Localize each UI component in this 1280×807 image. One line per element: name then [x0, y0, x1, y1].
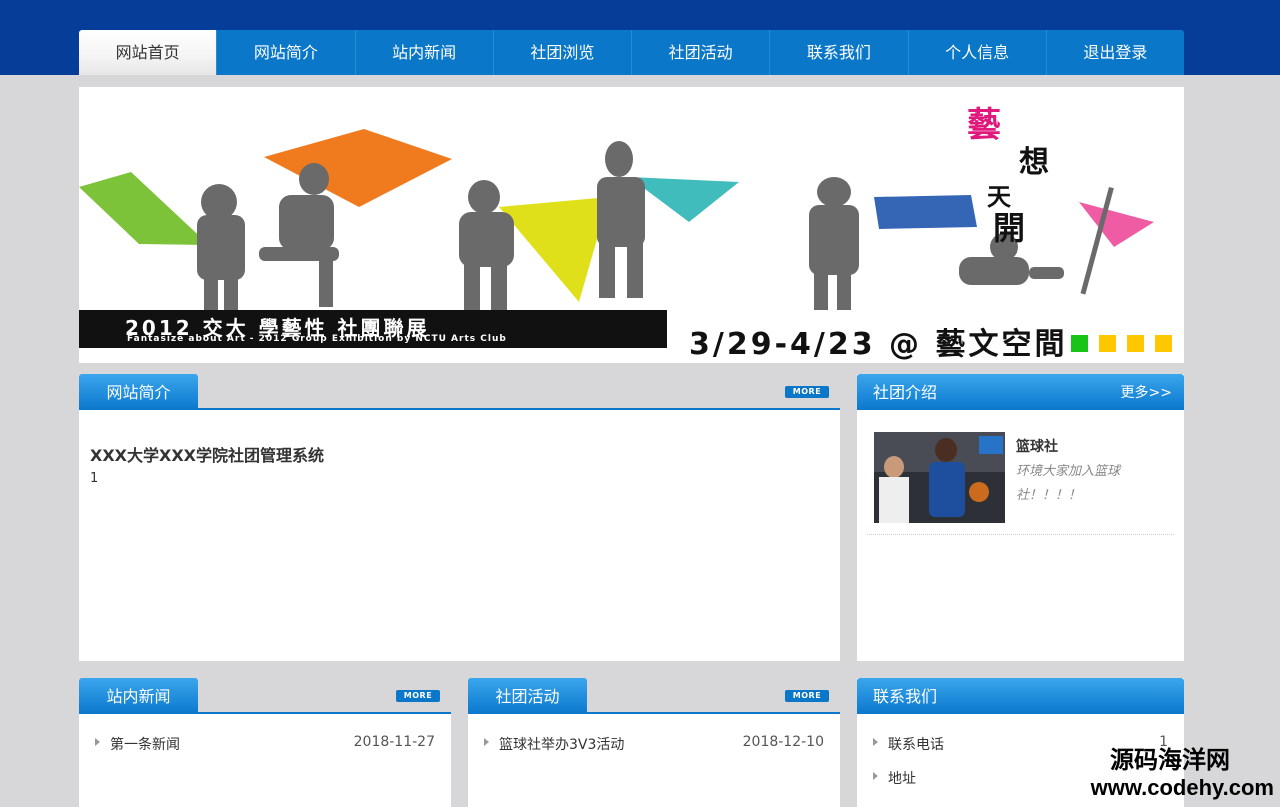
bullet-arrow-icon — [484, 738, 489, 746]
hero-banner[interactable]: 藝 想 天 開 2012 交大 學藝性 社團聯展 Fantasize about… — [79, 87, 1184, 363]
club-panel-body: 篮球社 环境大家加入篮球 社！！！！ — [857, 410, 1184, 661]
club-description-cont: 社！！！！ — [1016, 488, 1082, 503]
club-more-link[interactable]: 更多>> — [1121, 374, 1172, 412]
news-item-date: 2018-11-27 — [353, 734, 435, 750]
nav-item-activities[interactable]: 社团活动 — [632, 30, 771, 75]
contact-label-address: 地址 — [888, 771, 916, 787]
activity-more-button[interactable]: MORE — [785, 690, 829, 702]
watermark-line1: 源码海洋网 — [1110, 745, 1230, 774]
news-panel-body: 第一条新闻 2018-11-27 — [79, 714, 451, 807]
news-item-title[interactable]: 第一条新闻 — [110, 734, 180, 754]
nav-item-logout[interactable]: 退出登录 — [1047, 30, 1184, 75]
club-intro-panel: 社团介绍 更多>> 篮球社 环境大家加入篮球 社！！！！ — [857, 374, 1184, 661]
divider — [867, 534, 1174, 535]
intro-panel-body: XXX大学XXX学院社团管理系统 1 — [79, 410, 840, 661]
intro-panel: 网站简介 MORE XXX大学XXX学院社团管理系统 1 — [79, 374, 840, 661]
news-panel-tab: 站内新闻 — [79, 678, 198, 714]
list-item[interactable]: 篮球社举办3V3活动 2018-12-10 — [484, 734, 824, 754]
intro-more-button[interactable]: MORE — [785, 386, 829, 398]
bullet-arrow-icon — [873, 772, 878, 780]
news-panel-header: 站内新闻 MORE — [79, 678, 451, 714]
main-nav: 网站首页 网站简介 站内新闻 社团浏览 社团活动 联系我们 个人信息 退出登录 — [79, 30, 1184, 75]
activity-panel-body: 篮球社举办3V3活动 2018-12-10 — [468, 714, 840, 807]
watermark-line2: www.codehy.com — [1090, 775, 1274, 800]
site-intro-text: 1 — [90, 471, 99, 486]
nav-item-news[interactable]: 站内新闻 — [356, 30, 494, 75]
nav-item-about[interactable]: 网站简介 — [217, 30, 356, 75]
nav-item-home[interactable]: 网站首页 — [79, 30, 218, 75]
club-image[interactable] — [874, 432, 1005, 523]
slide-dot-4[interactable] — [1155, 335, 1172, 352]
banner-event-subtitle: Fantasize about Art - 2012 Group Exhibit… — [127, 334, 507, 344]
intro-panel-header: 网站简介 MORE — [79, 374, 840, 410]
nav-item-profile[interactable]: 个人信息 — [909, 30, 1047, 75]
nav-item-contact[interactable]: 联系我们 — [770, 30, 909, 75]
news-panel: 站内新闻 MORE 第一条新闻 2018-11-27 — [79, 678, 451, 807]
site-title: XXX大学XXX学院社团管理系统 — [90, 446, 325, 465]
club-name[interactable]: 篮球社 — [1016, 436, 1058, 456]
intro-panel-tab: 网站简介 — [79, 374, 198, 410]
contact-label-phone: 联系电话 — [888, 737, 944, 753]
contact-panel-header: 联系我们 — [857, 678, 1184, 714]
contact-panel-tab: 联系我们 — [873, 687, 938, 706]
activity-panel-header: 社团活动 MORE — [468, 678, 840, 714]
activity-panel: 社团活动 MORE 篮球社举办3V3活动 2018-12-10 — [468, 678, 840, 807]
activity-item-date: 2018-12-10 — [742, 734, 824, 750]
banner-vertical-title: 藝 想 天 開 — [967, 105, 1049, 247]
list-item[interactable]: 第一条新闻 2018-11-27 — [95, 734, 435, 754]
nav-item-clubs[interactable]: 社团浏览 — [494, 30, 632, 75]
banner-slide-indicators — [1071, 335, 1172, 352]
activity-panel-tab: 社团活动 — [468, 678, 587, 714]
bullet-arrow-icon — [95, 738, 100, 746]
slide-dot-1[interactable] — [1071, 335, 1088, 352]
bullet-arrow-icon — [873, 738, 878, 746]
club-description: 环境大家加入篮球 — [1016, 464, 1121, 479]
banner-event-strip: 2012 交大 學藝性 社團聯展 Fantasize about Art - 2… — [79, 310, 667, 348]
banner-dates: 3/29-4/23 @ 藝文空間 — [689, 327, 1068, 362]
activity-item-title[interactable]: 篮球社举办3V3活动 — [499, 734, 624, 754]
club-panel-header: 社团介绍 更多>> — [857, 374, 1184, 410]
slide-dot-3[interactable] — [1127, 335, 1144, 352]
news-more-button[interactable]: MORE — [396, 690, 440, 702]
club-panel-tab: 社团介绍 — [873, 383, 938, 402]
slide-dot-2[interactable] — [1099, 335, 1116, 352]
watermark: 源码海洋网 www.codehy.com — [1091, 740, 1274, 801]
